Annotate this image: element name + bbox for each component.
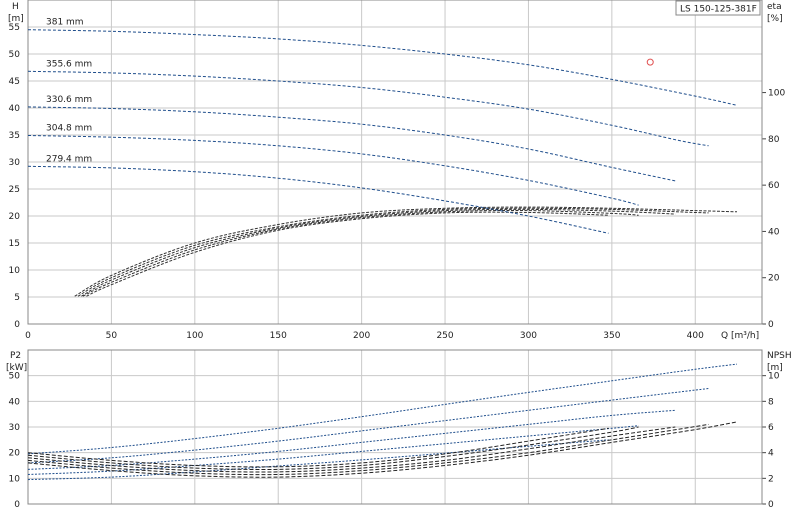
x-tick-label: 400 — [687, 331, 704, 341]
x-tick-label: 50 — [106, 331, 118, 341]
x-tick-label: 150 — [270, 331, 287, 341]
bottom-y-tick-label: 50 — [9, 372, 21, 382]
top-y-tick-label: 30 — [9, 158, 21, 168]
x-tick-label: 200 — [353, 331, 370, 341]
head-curve-label: 304.8 mm — [46, 124, 92, 134]
bottom-y-tick-label: 0 — [14, 500, 20, 510]
bottom-y2-tick-label: 10 — [768, 372, 780, 382]
head-curve-label: 330.6 mm — [46, 95, 92, 105]
top-y-tick-label: 55 — [9, 23, 20, 33]
chart-title: LS 150-125-381F — [680, 5, 757, 15]
bottom-y-tick-label: 30 — [9, 423, 21, 433]
top-y-tick-label: 40 — [9, 104, 21, 114]
x-tick-label: 0 — [25, 331, 31, 341]
bottom-y-tick-label: 20 — [9, 449, 21, 459]
top-y-tick-label: 25 — [9, 185, 20, 195]
x-tick-label: 350 — [603, 331, 620, 341]
top-y-tick-label: 5 — [14, 293, 20, 303]
head-curve-label: 279.4 mm — [46, 154, 92, 164]
bottom-y-tick-label: 10 — [9, 474, 21, 484]
head-curve-label: 381 mm — [46, 18, 84, 28]
bottom-y2-tick-label: 6 — [768, 423, 774, 433]
top-y2-tick-label: 40 — [768, 227, 780, 237]
power-npsh-panel: 0 10 20 30 40 50 0 2 4 6 8 10 — [9, 349, 780, 510]
top-y-tick-label: 45 — [9, 77, 20, 87]
top-y-tick-label: 0 — [14, 320, 20, 330]
head-curve-label: 355.6 mm — [46, 59, 92, 69]
bottom-y-tick-label: 40 — [9, 397, 21, 407]
top-y-left-name: H — [12, 2, 19, 12]
x-axis-label: Q [m³/h] — [721, 331, 759, 341]
top-y2-tick-label: 0 — [768, 320, 774, 330]
bottom-y-left-unit: [kW] — [6, 363, 27, 373]
top-y-tick-label: 10 — [9, 266, 21, 276]
bottom-y2-tick-label: 0 — [768, 500, 774, 510]
bottom-y2-tick-label: 8 — [768, 397, 774, 407]
title-box: LS 150-125-381F — [675, 0, 761, 16]
bottom-y-left-name: P2 — [10, 351, 21, 361]
top-y-right-name: eta — [767, 2, 782, 12]
top-y-tick-label: 50 — [9, 50, 21, 60]
top-y2-tick-label: 60 — [768, 181, 780, 191]
top-y2-tick-label: 80 — [768, 135, 780, 145]
top-y-tick-label: 35 — [9, 131, 20, 141]
bottom-y2-tick-label: 4 — [768, 449, 774, 459]
top-y-tick-label: 15 — [9, 239, 20, 249]
x-tick-label: 300 — [520, 331, 537, 341]
bottom-y2-tick-label: 2 — [768, 474, 774, 484]
top-y-right-unit: [%] — [767, 14, 783, 24]
top-y2-tick-label: 20 — [768, 274, 780, 284]
pump-performance-chart: 0 50 100 150 200 250 300 350 4000510152025303540… — [6, 0, 792, 510]
head-efficiency-panel: 0 50 100 150 200 250 300 350 4000510152025303540… — [9, 0, 785, 341]
x-tick-label: 250 — [436, 331, 453, 341]
top-y-left-unit: [m] — [8, 14, 24, 24]
top-y2-tick-label: 100 — [768, 89, 785, 99]
x-tick-label: 100 — [186, 331, 203, 341]
top-y-tick-label: 20 — [9, 212, 21, 222]
bottom-y-right-name: NPSH — [767, 351, 792, 361]
bottom-y-right-unit: [m] — [767, 363, 783, 373]
